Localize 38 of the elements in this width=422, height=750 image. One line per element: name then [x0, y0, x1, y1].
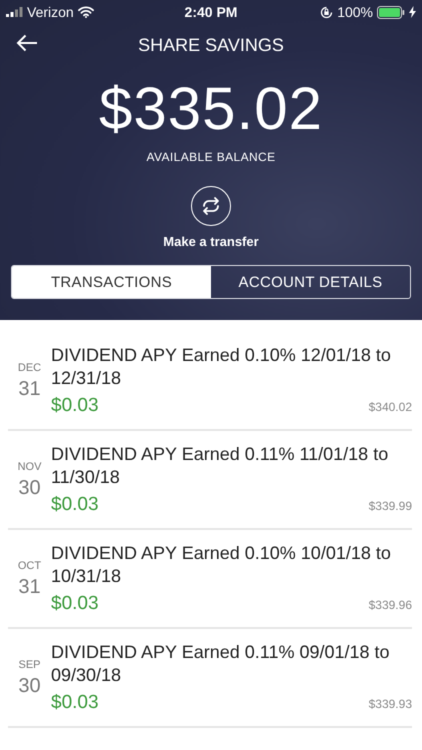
- transaction-day: 30: [18, 675, 41, 698]
- transaction-description: DIVIDEND APY Earned 0.10% 12/01/18 to 12/31/18: [51, 344, 392, 390]
- transaction-amount: $0.03: [51, 692, 99, 714]
- battery-percent: 100%: [337, 4, 374, 20]
- transaction-month: OCT: [18, 560, 42, 572]
- wifi-icon: [78, 6, 94, 18]
- balance-amount: $335.02: [99, 74, 323, 144]
- carrier-name: Verizon: [27, 4, 74, 20]
- transaction-day: 31: [18, 576, 41, 599]
- transaction-amount: $0.03: [51, 395, 99, 417]
- transaction-month: DEC: [18, 362, 42, 374]
- running-balance: $339.96: [368, 598, 412, 612]
- status-time: 2:40 PM: [184, 4, 238, 20]
- transaction-month: NOV: [18, 461, 42, 473]
- signal-icon: [6, 7, 23, 17]
- transaction-description: DIVIDEND APY Earned 0.11% 09/01/18 to 09/30/18: [51, 641, 391, 687]
- rotation-lock-icon: [320, 6, 334, 18]
- battery-icon: [377, 6, 406, 18]
- running-balance: $339.99: [368, 499, 412, 513]
- running-balance: $339.93: [368, 697, 412, 711]
- back-arrow-icon: [16, 34, 38, 52]
- lightning-icon: [409, 6, 416, 18]
- transaction-month: SEP: [18, 659, 40, 671]
- transaction-amount: $0.03: [51, 593, 99, 615]
- screen-title: SHARE SAVINGS: [138, 34, 284, 56]
- transaction-description: DIVIDEND APY Earned 0.10% 10/01/18 to 10/31/18: [51, 542, 392, 588]
- back-button[interactable]: [14, 32, 40, 54]
- transaction-amount: $0.03: [51, 494, 99, 516]
- tab[interactable]: ACCOUNT DETAILS: [211, 266, 410, 298]
- transfer-label: Make a transfer: [163, 234, 259, 249]
- balance-label: AVAILABLE BALANCE: [146, 150, 276, 164]
- transaction-day: 31: [18, 378, 41, 401]
- transaction-description: DIVIDEND APY Earned 0.11% 11/01/18 to 11/30/18: [51, 443, 390, 489]
- transfer-button[interactable]: [191, 186, 231, 226]
- running-balance: $340.02: [368, 400, 412, 414]
- tab[interactable]: TRANSACTIONS: [12, 266, 211, 298]
- transfer-arrows-icon: [201, 196, 221, 216]
- transaction-day: 30: [18, 477, 41, 500]
